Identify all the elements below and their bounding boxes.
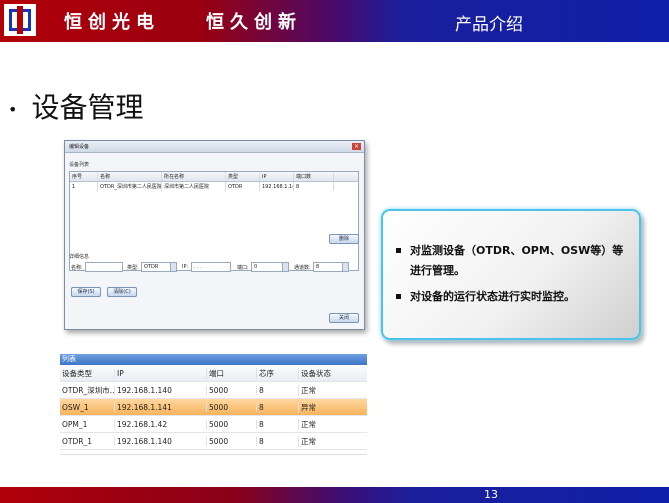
col-header-status[interactable]: 设备状态	[298, 367, 367, 379]
company-logo	[2, 2, 38, 38]
cell-port: 5000	[206, 402, 256, 412]
cell-status: 正常	[298, 435, 367, 447]
name-label: 名称:	[71, 265, 83, 271]
cell: 1	[70, 182, 98, 191]
table-row[interactable]: OTDR_深圳市... 192.168.1.140 5000 8 正常	[60, 382, 367, 399]
col-header[interactable]: 所在名称	[162, 172, 226, 181]
section-heading: • 设备管理	[8, 86, 143, 126]
ip-field[interactable]: . . .	[191, 262, 231, 272]
col-header-ip[interactable]: IP	[114, 368, 206, 378]
type-label: 类型:	[127, 265, 139, 271]
slide: 恒创光电 恒久创新 产品介绍 • 设备管理 编辑设备 × 设备列表 序号 名称 所…	[0, 0, 669, 503]
col-header[interactable]: 端口数	[294, 172, 334, 181]
channels-select[interactable]: 8	[313, 262, 349, 272]
cell-core: 8	[256, 402, 298, 412]
cell: OTDR	[226, 182, 260, 191]
cell-port: 5000	[206, 436, 256, 446]
bullet-dot-icon: •	[8, 99, 18, 119]
table-row[interactable]: OPM_1 192.168.1.42 5000 8 正常	[60, 416, 367, 433]
table-row[interactable]: OTDR_1 192.168.1.140 5000 8 正常	[60, 433, 367, 450]
feature-callout: 对监测设备（OTDR、OPM、OSW等）等进行管理。 对设备的运行状态进行实时监…	[381, 209, 641, 340]
delete-button[interactable]: 删除	[329, 234, 359, 244]
cell: 深圳市第二人民医院	[162, 182, 226, 191]
col-header-type[interactable]: 设备类型	[60, 368, 114, 379]
chevron-down-icon[interactable]	[170, 263, 176, 271]
cell-ip: 192.168.1.141	[114, 402, 206, 412]
edit-device-dialog: 编辑设备 × 设备列表 序号 名称 所在名称 类型 IP 端口数 1 OTDR_…	[64, 140, 365, 330]
header-title: 产品介绍	[455, 15, 523, 35]
feature-item: 对监测设备（OTDR、OPM、OSW等）等进行管理。	[396, 241, 632, 281]
stepper-arrows-icon[interactable]	[282, 263, 288, 271]
type-select[interactable]: OTDR	[141, 262, 177, 272]
clear-button[interactable]: 清除(C)	[107, 287, 137, 297]
slogan-right: 恒久创新	[206, 12, 302, 33]
page-number: 13	[484, 488, 498, 501]
grid-caption: 列表	[60, 354, 367, 365]
cell-core: 8	[256, 385, 298, 395]
bullet-square-icon	[396, 248, 401, 253]
feature-item: 对设备的运行状态进行实时监控。	[396, 287, 632, 307]
cell-ip: 192.168.1.140	[114, 436, 206, 446]
cell-status: 异常	[298, 401, 367, 413]
feature-item-text: 对设备的运行状态进行实时监控。	[410, 290, 575, 303]
cell: OTDR_深圳市第二人民医院	[100, 182, 162, 191]
device-list-row[interactable]: 1 OTDR_深圳市第二人民医院 深圳市第二人民医院 OTDR 192.168.…	[70, 182, 358, 191]
channels-label: 通道数:	[294, 265, 311, 271]
col-header[interactable]: 序号	[70, 172, 98, 181]
channels-value: 8	[316, 264, 320, 270]
col-header-core[interactable]: 芯序	[256, 367, 298, 379]
table-row-selected[interactable]: OSW_1 192.168.1.141 5000 8 异常	[60, 399, 367, 416]
grid-header: 设备类型 IP 端口 芯序 设备状态	[60, 365, 367, 382]
port-stepper[interactable]: 0	[251, 262, 289, 272]
cell-type: OTDR_深圳市...	[62, 385, 114, 395]
dialog-titlebar: 编辑设备 ×	[65, 141, 364, 153]
cell-core: 8	[256, 419, 298, 429]
name-field[interactable]	[85, 262, 123, 272]
cell-type: OPM_1	[62, 419, 88, 429]
list-group-label: 设备列表	[69, 162, 90, 168]
col-header[interactable]: 名称	[98, 172, 162, 181]
port-label: 端口:	[237, 265, 249, 271]
col-header[interactable]: 类型	[226, 172, 260, 181]
bullet-square-icon	[396, 294, 401, 299]
device-list-header: 序号 名称 所在名称 类型 IP 端口数	[70, 172, 358, 182]
dialog-close-icon[interactable]: ×	[352, 143, 361, 150]
slogan-left: 恒创光电	[64, 12, 160, 33]
cell-port: 5000	[206, 419, 256, 429]
cell-type: OSW_1	[62, 402, 89, 412]
cell-core: 8	[256, 436, 298, 446]
cell-port: 5000	[206, 385, 256, 395]
type-value: OTDR	[144, 264, 159, 270]
cell-status: 正常	[298, 384, 367, 396]
ip-value: . . .	[194, 264, 202, 270]
device-status-grid: 列表 设备类型 IP 端口 芯序 设备状态 OTDR_深圳市... 192.16…	[60, 354, 367, 455]
cell-ip: 192.168.1.140	[114, 385, 206, 395]
feature-list: 对监测设备（OTDR、OPM、OSW等）等进行管理。 对设备的运行状态进行实时监…	[396, 241, 632, 313]
cell-status: 正常	[298, 418, 367, 430]
cell-type: OTDR_1	[62, 436, 92, 446]
dialog-title: 编辑设备	[69, 144, 90, 150]
port-value: 0	[254, 264, 258, 270]
header-bar: 恒创光电 恒久创新 产品介绍	[0, 0, 669, 42]
cell: 8	[294, 182, 334, 191]
col-header[interactable]: IP	[260, 172, 294, 181]
save-button[interactable]: 保存(S)	[71, 287, 101, 297]
feature-item-text: 对监测设备（OTDR、OPM、OSW等）等进行管理。	[410, 244, 624, 277]
detail-group-label: 详细信息	[69, 254, 90, 260]
device-list-table: 序号 名称 所在名称 类型 IP 端口数 1 OTDR_深圳市第二人民医院 深圳…	[69, 171, 359, 271]
cell: 192.168.1.140	[262, 182, 294, 191]
section-heading-text: 设备管理	[31, 91, 144, 124]
chevron-down-icon[interactable]	[342, 263, 348, 271]
cell-ip: 192.168.1.42	[114, 419, 206, 429]
close-button[interactable]: 关闭	[329, 313, 359, 323]
ip-label: IP:	[182, 264, 189, 270]
footer-bar: 13	[0, 487, 669, 503]
col-header-port[interactable]: 端口	[206, 367, 256, 379]
